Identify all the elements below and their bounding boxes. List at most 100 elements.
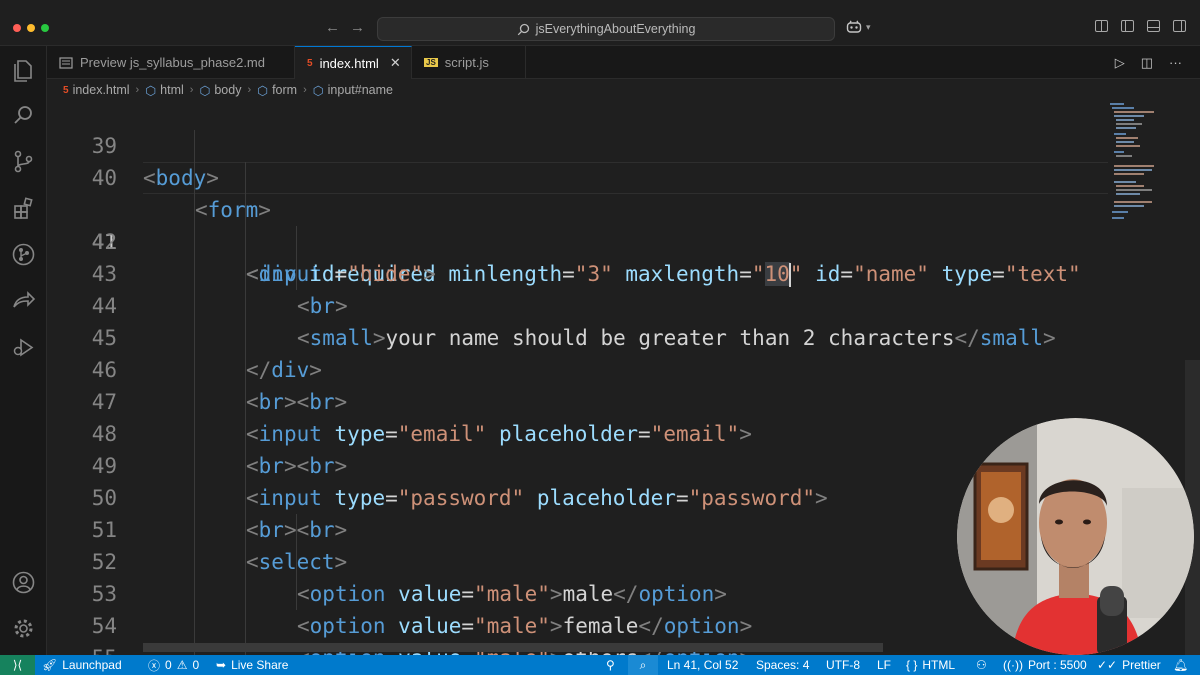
run-icon[interactable]: ▷ [1115,55,1125,71]
editor-tabs: Preview js_syllabus_phase2.md 5 index.ht… [47,46,1200,79]
layout-controls [1082,20,1186,32]
warning-icon: ⚠︎ [176,658,188,672]
code-line: 47 <input type="email" placeholder="emai… [47,354,1107,446]
launchpad-button[interactable]: 🚀︎ Launchpad [42,655,122,675]
forward-arrow-icon[interactable]: → [350,19,365,36]
explorer-icon[interactable] [11,57,36,82]
code-line: 54 <option value="male">others</option> [47,578,1107,655]
indentation-setting[interactable]: Spaces: 4 [756,655,809,675]
code-line: 45 </div> [47,290,1107,382]
end-of-line-setting[interactable]: LF [877,655,891,675]
minimize-window-button[interactable] [27,24,35,32]
element-icon: ⬡ [199,83,211,98]
breadcrumb: 5 index.html › ⬡ html › ⬡ body › ⬡ form › ⬡ i… [47,79,1200,101]
breadcrumb-body[interactable]: ⬡ body [199,83,241,98]
editor-actions: ▷ ◫ ··· [1115,55,1182,71]
minimap[interactable] [1108,101,1156,241]
horizontal-scrollbar[interactable] [143,643,883,652]
indent-guide [296,514,297,610]
location-icon[interactable]: ⚲ [606,655,615,675]
code-line: 44 <small>your name should be greater th… [47,258,1107,350]
element-icon: ⬡ [145,83,157,98]
webcam-overlay [957,418,1194,655]
markdown-preview-icon [59,56,73,69]
notifications-bell-icon[interactable]: 🔔︎ [1173,655,1188,675]
html-icon: 5 [63,84,69,96]
chevron-right-icon: › [303,84,307,96]
code-line: 43 <br> [47,226,1107,318]
breadcrumb-input[interactable]: ⬡ input#name [313,83,393,98]
code-line: 52 <option value="male">male</option> [47,514,1107,606]
problems-button[interactable]: ⓧ 0 ⚠︎ 0 [148,655,199,675]
current-line-highlight [143,162,1108,194]
toggle-primary-sidebar-icon[interactable] [1121,20,1134,32]
code-line-current: 41 <input required minlength="3" maxleng… [47,162,1108,287]
run-debug-icon[interactable] [11,335,36,360]
command-center-search[interactable]: jsEverythingAboutEverything [377,17,835,41]
live-server-port-button[interactable]: ((·)) Port : 5500 [1003,655,1087,675]
chevron-down-icon: ▾ [866,21,871,32]
double-check-icon: ✓✓ [1097,658,1118,672]
code-line: 49 <input type="password" placeholder="p… [47,418,1107,510]
workspace-name: jsEverythingAboutEverything [535,22,696,36]
settings-gear-icon[interactable] [11,616,36,641]
code-line: 51 <select> [47,482,1107,574]
customize-layout-icon[interactable] [1095,20,1108,32]
tab-label: script.js [444,55,489,70]
indent-guide [245,162,246,655]
encoding-setting[interactable]: UTF-8 [826,655,860,675]
breadcrumb-html[interactable]: ⬡ html [145,83,184,98]
code-line: 48 <br><br> [47,386,1107,478]
chevron-right-icon: › [135,84,140,96]
remote-icon: ⟩⟨ [12,658,23,672]
tab-script-js[interactable]: JS script.js [412,46,526,79]
search-icon[interactable] [11,103,36,128]
activity-bar [0,46,47,655]
indent-guide [194,130,195,655]
code-line: 55 </select> [47,610,1107,655]
copilot-status-icon[interactable]: ⚇ [976,655,987,675]
broadcast-icon: ((·)) [1003,658,1023,672]
account-icon[interactable] [11,570,36,595]
breadcrumb-form[interactable]: ⬡ form [257,83,297,98]
tab-index-html[interactable]: 5 index.html ✕ [295,46,412,79]
line-number: 55 [47,642,117,655]
live-share-button[interactable]: ➥ Live Share [216,655,288,675]
back-arrow-icon[interactable]: ← [325,19,340,36]
title-bar: ← → jsEverythingAboutEverything ▾ [0,0,1200,46]
split-editor-icon[interactable]: ◫ [1141,55,1153,71]
html-icon: 5 [307,57,313,69]
zoom-window-button[interactable] [41,24,49,32]
cursor-position[interactable]: Ln 41, Col 52 [667,655,738,675]
more-actions-icon[interactable]: ··· [1169,55,1182,71]
live-share-icon[interactable] [11,288,36,313]
search-icon [517,23,529,35]
extensions-icon[interactable] [11,196,36,221]
breadcrumb-file[interactable]: 5 index.html [63,83,130,97]
code-line: 40 <form> [47,130,1107,222]
chevron-right-icon: › [189,84,194,96]
toggle-secondary-sidebar-icon[interactable] [1173,20,1186,32]
code-line: 46 <br><br> [47,322,1107,414]
remote-indicator-button[interactable]: ⟩⟨ [0,655,35,675]
close-window-button[interactable] [13,24,21,32]
source-control-icon[interactable] [11,149,36,174]
close-tab-icon[interactable]: ✕ [390,55,401,71]
prettier-button[interactable]: ✓✓ Prettier [1097,655,1161,675]
indent-guide [296,226,297,290]
code-line: 39 <body> [47,101,1107,190]
braces-icon: { } [906,658,918,672]
element-icon: ⬡ [257,83,269,98]
js-icon: JS [424,58,438,67]
rocket-icon: 🚀︎ [42,658,58,672]
tab-preview-syllabus[interactable]: Preview js_syllabus_phase2.md [47,46,295,79]
git-graph-icon[interactable] [11,242,36,267]
live-share-icon: ➥ [216,658,227,672]
code-line: 50 <br><br> [47,450,1107,542]
copilot-menu[interactable]: ▾ [846,20,871,34]
element-icon: ⬡ [312,83,324,98]
zoom-icon[interactable]: ⌕ [628,655,658,675]
language-mode-button[interactable]: { } HTML [906,655,955,675]
window-controls [13,24,49,32]
toggle-panel-icon[interactable] [1147,20,1160,32]
